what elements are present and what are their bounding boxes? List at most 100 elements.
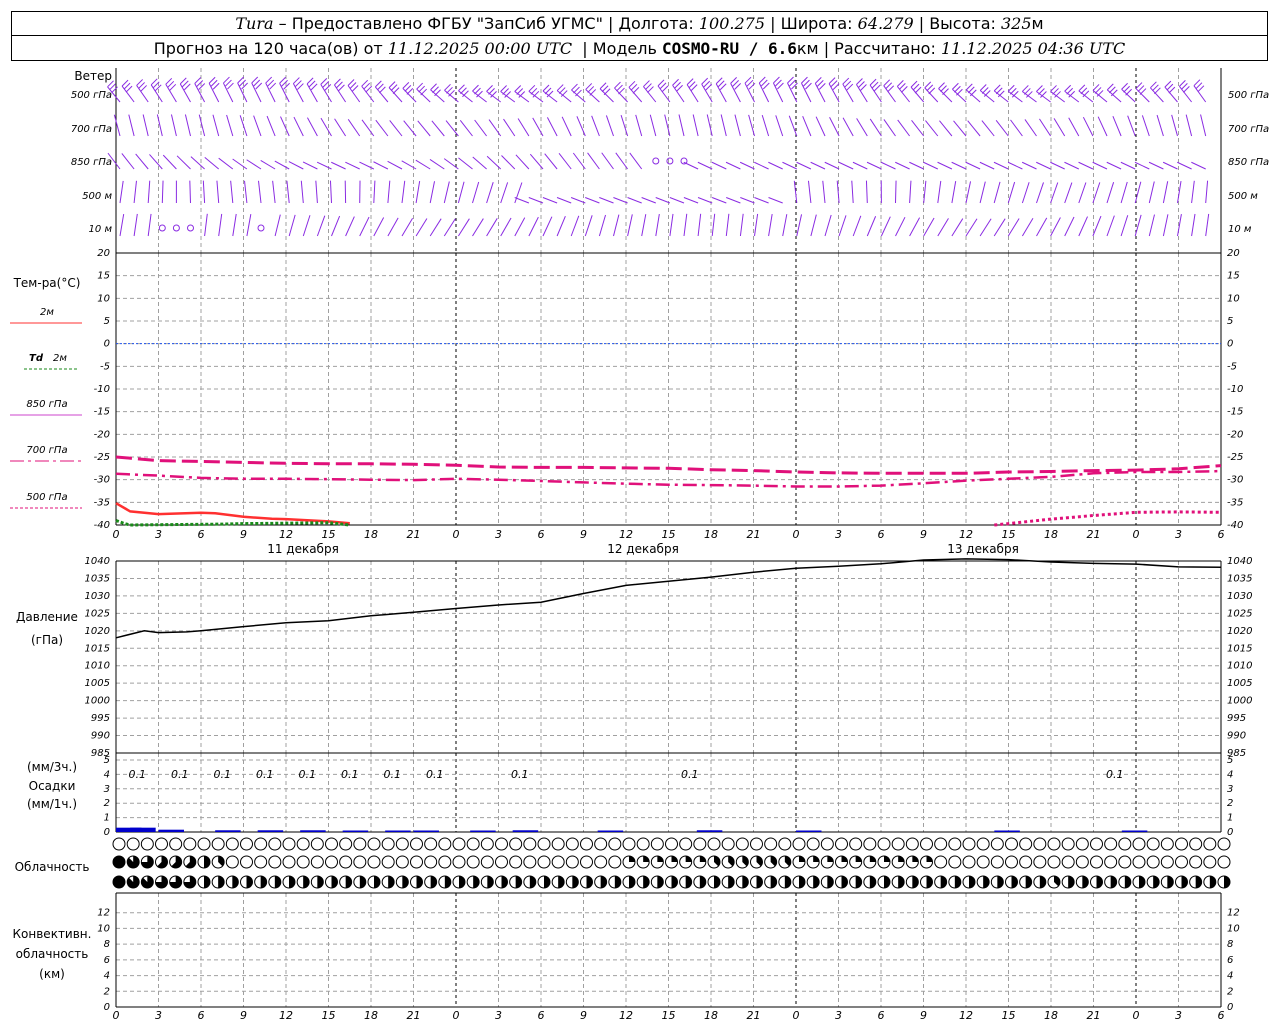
wind-barb-feather — [295, 80, 302, 87]
wind-barb — [1007, 161, 1023, 170]
wind-barb-feather — [844, 80, 852, 88]
wind-barb — [1036, 91, 1051, 103]
cloud-symbol-fill — [274, 876, 281, 888]
wind-barb — [331, 161, 346, 170]
temp-x-tick: 21 — [1087, 528, 1101, 541]
wind-barb — [558, 152, 572, 170]
wind-barb-feather — [674, 81, 681, 89]
wind-barb — [1120, 181, 1128, 204]
wind-barbs — [107, 76, 1210, 237]
wind-barb — [1068, 117, 1080, 137]
conv-y-tick-left: 6 — [104, 955, 110, 966]
wind-barb — [1021, 161, 1037, 170]
wind-barb — [1064, 216, 1075, 237]
temp-x-tick: 15 — [322, 528, 336, 541]
wind-barb-feather — [614, 81, 621, 89]
wind-barb — [924, 87, 939, 103]
wind-barb — [895, 161, 910, 170]
wind-barb — [754, 213, 759, 237]
wind-barb-feather — [703, 80, 711, 88]
cloud-symbol — [112, 837, 126, 851]
conv-title-2: облачность — [16, 947, 89, 961]
wind-barb — [1022, 91, 1037, 103]
wind-barb — [1156, 114, 1164, 137]
cloud-symbol — [806, 837, 820, 851]
wind-barb — [775, 115, 784, 137]
wind-barb — [345, 161, 360, 170]
cloud-symbol-fill — [969, 876, 975, 888]
wind-barb-feather — [308, 80, 316, 88]
wind-barb-feather — [1078, 84, 1086, 92]
temp-y-tick-right: -15 — [1227, 407, 1243, 418]
cloud-symbol — [1189, 855, 1203, 869]
wind-barb — [119, 213, 125, 237]
cloud-symbol — [948, 837, 962, 851]
wind-barb — [643, 86, 657, 103]
pressure-y-tick-left: 1030 — [85, 591, 110, 602]
wind-barb — [443, 181, 450, 204]
wind-barb — [1162, 181, 1169, 204]
wind-barb — [613, 214, 620, 237]
wind-barb-feather — [818, 82, 826, 90]
precip-y-tick-right: 2 — [1227, 798, 1233, 809]
temp-y-tick-right: -20 — [1227, 429, 1243, 440]
wind-level-right: 10 м — [1228, 224, 1252, 235]
wind-barb — [683, 197, 699, 204]
cloud-symbol — [254, 855, 268, 869]
wind-barb — [711, 213, 716, 237]
conv-x-tick: 6 — [198, 1009, 205, 1022]
pressure-unit: (гПа) — [31, 633, 63, 647]
wind-barb — [542, 90, 558, 103]
wind-barb — [1164, 86, 1178, 103]
wind-barb-feather — [979, 84, 987, 91]
cloud-symbol — [438, 837, 452, 851]
conv-x-tick: 15 — [662, 1009, 676, 1022]
wind-barb — [387, 180, 391, 204]
wind-barb — [910, 86, 925, 103]
cloud-symbol — [920, 837, 933, 851]
cloud-symbol — [1104, 837, 1118, 851]
wind-barb — [883, 119, 896, 137]
cloud-symbol-fill — [855, 856, 862, 862]
cloud-symbol — [310, 855, 324, 869]
wind-barb — [458, 157, 473, 170]
temp-x-tick: 6 — [878, 528, 885, 541]
cloud-symbol — [948, 855, 962, 869]
wind-barb — [909, 161, 924, 170]
wind-barb-feather — [758, 76, 766, 84]
cloud-symbol — [1019, 837, 1033, 851]
conv-x-tick: 18 — [704, 1009, 718, 1022]
wind-barb — [923, 180, 927, 204]
wind-barb — [1024, 119, 1037, 137]
wind-barb — [576, 116, 586, 137]
precip-y-tick-right: 1 — [1227, 813, 1233, 824]
wind-barb — [938, 88, 953, 103]
wind-barb-feather — [388, 81, 396, 88]
wind-barb-feather — [432, 86, 439, 94]
cloud-symbol — [452, 837, 466, 851]
temp-x-tick: 3 — [835, 528, 842, 541]
cloud-symbol-fill — [869, 856, 876, 862]
pressure-y-tick-right: 995 — [1227, 713, 1246, 724]
wind-barb — [198, 114, 206, 137]
temp-y-tick-right: 10 — [1227, 293, 1240, 304]
wind-barb-feather — [616, 84, 623, 92]
conv-title-1: Конвективн. — [13, 927, 92, 941]
cloud-symbol — [240, 855, 253, 869]
cloud-symbol — [693, 837, 707, 851]
conv-y-tick-right: 6 — [1227, 955, 1233, 966]
wind-barb — [657, 85, 671, 103]
wind-level-left: 700 гПа — [71, 124, 112, 135]
wind-barb-feather — [993, 84, 1001, 92]
cloud-symbol — [268, 855, 282, 869]
cloud-symbol — [608, 855, 622, 869]
wind-barb — [415, 218, 428, 237]
cloud-symbol — [1090, 837, 1103, 851]
conv-y-tick-right: 12 — [1227, 908, 1240, 919]
wind-barb — [1171, 114, 1178, 137]
wind-barb — [895, 180, 897, 204]
wind-barb-feather — [803, 79, 810, 87]
temp-x-tick: 0 — [793, 528, 800, 541]
wind-barb — [923, 217, 935, 237]
precip-3h-label: 0.1 — [299, 768, 317, 781]
